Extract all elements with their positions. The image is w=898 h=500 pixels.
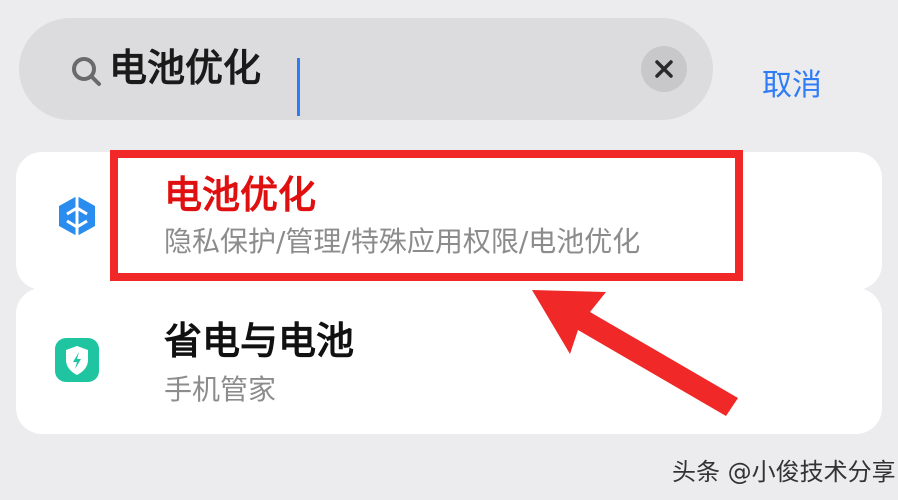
result-path: 手机管家 (164, 373, 277, 406)
search-result-power-battery[interactable]: 省电与电池 手机管家 (16, 288, 882, 434)
search-input[interactable]: 电池优化 (109, 42, 261, 94)
cancel-button[interactable]: 取消 (762, 64, 822, 108)
privacy-shield-icon (59, 196, 95, 236)
search-bar[interactable]: 电池优化 (19, 18, 713, 120)
close-icon (655, 60, 673, 78)
annotation-arrow-icon (532, 290, 738, 416)
search-icon (72, 57, 101, 86)
highlight-annotation-box (110, 150, 743, 281)
result-title: 省电与电池 (164, 319, 355, 363)
watermark: 头条 @小俊技术分享 (672, 458, 896, 486)
clear-button[interactable] (641, 46, 687, 92)
phone-manager-icon (55, 338, 99, 382)
text-caret (297, 58, 300, 116)
